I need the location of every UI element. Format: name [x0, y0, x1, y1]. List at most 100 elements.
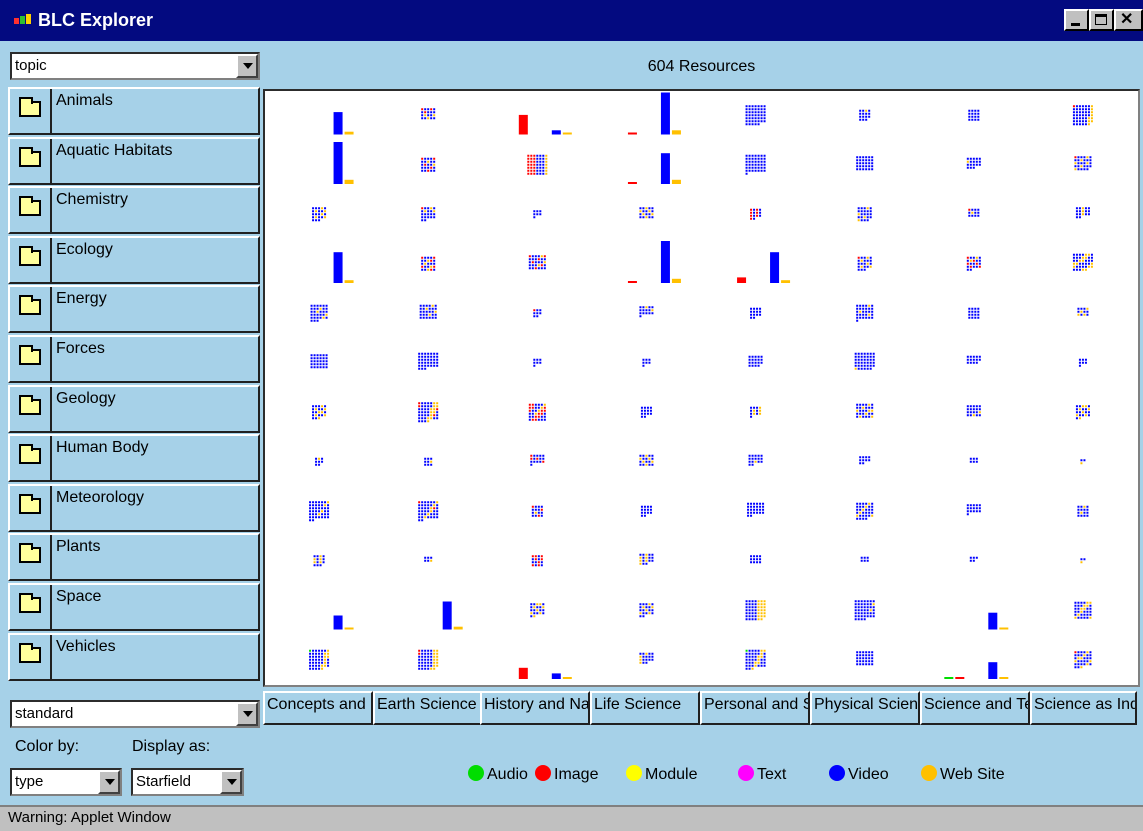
starfield-glyph[interactable]	[857, 207, 872, 222]
starfield-glyph[interactable]	[313, 555, 325, 567]
starfield-glyph[interactable]	[988, 612, 1009, 630]
starfield-glyph[interactable]	[1072, 105, 1093, 126]
starfield-glyph[interactable]	[333, 112, 354, 135]
starfield-glyph[interactable]	[1074, 651, 1092, 669]
starfield-glyph[interactable]	[1078, 358, 1087, 367]
starfield-glyph[interactable]	[418, 402, 439, 423]
starfield-glyph[interactable]	[1074, 601, 1092, 619]
starfield-glyph[interactable]	[968, 307, 980, 319]
starfield-glyph[interactable]	[968, 208, 980, 217]
minimize-button[interactable]	[1064, 9, 1089, 31]
starfield-glyph[interactable]	[750, 208, 762, 220]
column-header-button[interactable]: History and Nature of Science	[480, 691, 590, 725]
starfield-glyph[interactable]	[748, 355, 763, 367]
topic-button[interactable]: Vehicles	[8, 632, 260, 681]
standard-select[interactable]: standard	[10, 700, 260, 728]
starfield-glyph[interactable]	[642, 358, 651, 367]
starfield-glyph[interactable]	[421, 108, 436, 120]
topic-button[interactable]: Geology	[8, 384, 260, 433]
starfield-glyph[interactable]	[745, 649, 766, 670]
topic-button[interactable]: Meteorology	[8, 483, 260, 532]
color-by-select[interactable]: type	[10, 768, 122, 796]
starfield-glyph[interactable]	[639, 207, 654, 219]
starfield-glyph[interactable]	[312, 207, 327, 222]
starfield-glyph[interactable]	[1075, 207, 1090, 219]
starfield-glyph[interactable]	[860, 556, 869, 562]
starfield-glyph[interactable]	[969, 457, 978, 463]
topic-button[interactable]: Animals	[8, 87, 260, 135]
topic-button[interactable]: Space	[8, 583, 260, 631]
starfield-glyph[interactable]	[424, 457, 433, 466]
starfield-glyph[interactable]	[530, 603, 545, 618]
starfield-glyph[interactable]	[333, 615, 354, 630]
starfield-glyph[interactable]	[750, 555, 762, 564]
starfield-glyph[interactable]	[745, 105, 766, 126]
starfield-glyph[interactable]	[750, 307, 762, 319]
starfield-glyph[interactable]	[627, 92, 681, 135]
starfield-glyph[interactable]	[1080, 558, 1086, 564]
chevron-down-icon[interactable]	[236, 54, 258, 78]
column-header-button[interactable]: Earth Science	[373, 691, 483, 725]
starfield-glyph[interactable]	[639, 306, 654, 318]
starfield-glyph[interactable]	[528, 255, 546, 270]
starfield-glyph[interactable]	[1072, 253, 1093, 271]
starfield-glyph[interactable]	[315, 457, 324, 466]
starfield-glyph[interactable]	[966, 256, 981, 271]
starfield-glyph[interactable]	[639, 553, 654, 565]
starfield-glyph[interactable]	[310, 304, 328, 322]
starfield-glyph[interactable]	[533, 309, 542, 318]
starfield-glyph[interactable]	[527, 154, 548, 175]
starfield-glyph[interactable]	[1080, 459, 1086, 465]
starfield-glyph[interactable]	[1077, 505, 1089, 517]
chevron-down-icon[interactable]	[98, 770, 120, 794]
starfield-glyph[interactable]	[421, 256, 436, 271]
starfield-glyph[interactable]	[859, 456, 871, 465]
chevron-down-icon[interactable]	[236, 702, 258, 726]
topic-button[interactable]: Chemistry	[8, 186, 260, 235]
column-header-button[interactable]: Life Science	[590, 691, 700, 725]
starfield-glyph[interactable]	[966, 157, 981, 169]
starfield-glyph[interactable]	[533, 210, 542, 219]
starfield-glyph[interactable]	[442, 601, 463, 630]
starfield-glyph[interactable]	[310, 354, 328, 369]
starfield-glyph[interactable]	[333, 142, 354, 184]
starfield-glyph[interactable]	[639, 652, 654, 664]
starfield-glyph[interactable]	[418, 352, 439, 370]
column-header-button[interactable]: Science and Technology	[920, 691, 1030, 725]
starfield-glyph[interactable]	[419, 304, 437, 319]
starfield-glyph[interactable]	[857, 256, 872, 271]
topic-select[interactable]: topic	[10, 52, 260, 80]
starfield-glyph[interactable]	[639, 603, 654, 618]
starfield-glyph[interactable]	[518, 114, 572, 135]
starfield-glyph[interactable]	[747, 502, 765, 517]
starfield-glyph[interactable]	[856, 156, 874, 171]
topic-button[interactable]: Human Body	[8, 434, 260, 483]
column-header-button[interactable]: Science as Inquiry	[1030, 691, 1137, 725]
starfield-glyph[interactable]	[944, 662, 1009, 679]
starfield-glyph[interactable]	[1074, 156, 1092, 171]
starfield-glyph[interactable]	[531, 555, 543, 567]
starfield-glyph[interactable]	[640, 406, 652, 418]
starfield-glyph[interactable]	[640, 505, 652, 517]
starfield-glyph[interactable]	[418, 501, 439, 522]
starfield-glyph[interactable]	[745, 154, 766, 175]
starfield-glyph[interactable]	[854, 600, 875, 621]
starfield-glyph[interactable]	[1077, 307, 1089, 316]
maximize-button[interactable]	[1089, 9, 1114, 31]
starfield-glyph[interactable]	[856, 502, 874, 520]
starfield-glyph[interactable]	[745, 600, 766, 621]
starfield-glyph[interactable]	[531, 505, 543, 517]
starfield-glyph[interactable]	[750, 406, 762, 418]
topic-button[interactable]: Plants	[8, 533, 260, 582]
starfield-glyph[interactable]	[309, 649, 330, 670]
starfield-glyph[interactable]	[856, 304, 874, 322]
column-header-button[interactable]: Physical Science	[810, 691, 920, 725]
starfield-glyph[interactable]	[639, 454, 654, 466]
starfield-glyph[interactable]	[627, 153, 681, 184]
topic-button[interactable]: Forces	[8, 335, 260, 383]
chevron-down-icon[interactable]	[220, 770, 242, 794]
column-header-button[interactable]: Concepts and Processes	[263, 691, 373, 725]
starfield-glyph[interactable]	[737, 252, 791, 283]
starfield-glyph[interactable]	[856, 651, 874, 666]
topic-button[interactable]: Energy	[8, 285, 260, 334]
